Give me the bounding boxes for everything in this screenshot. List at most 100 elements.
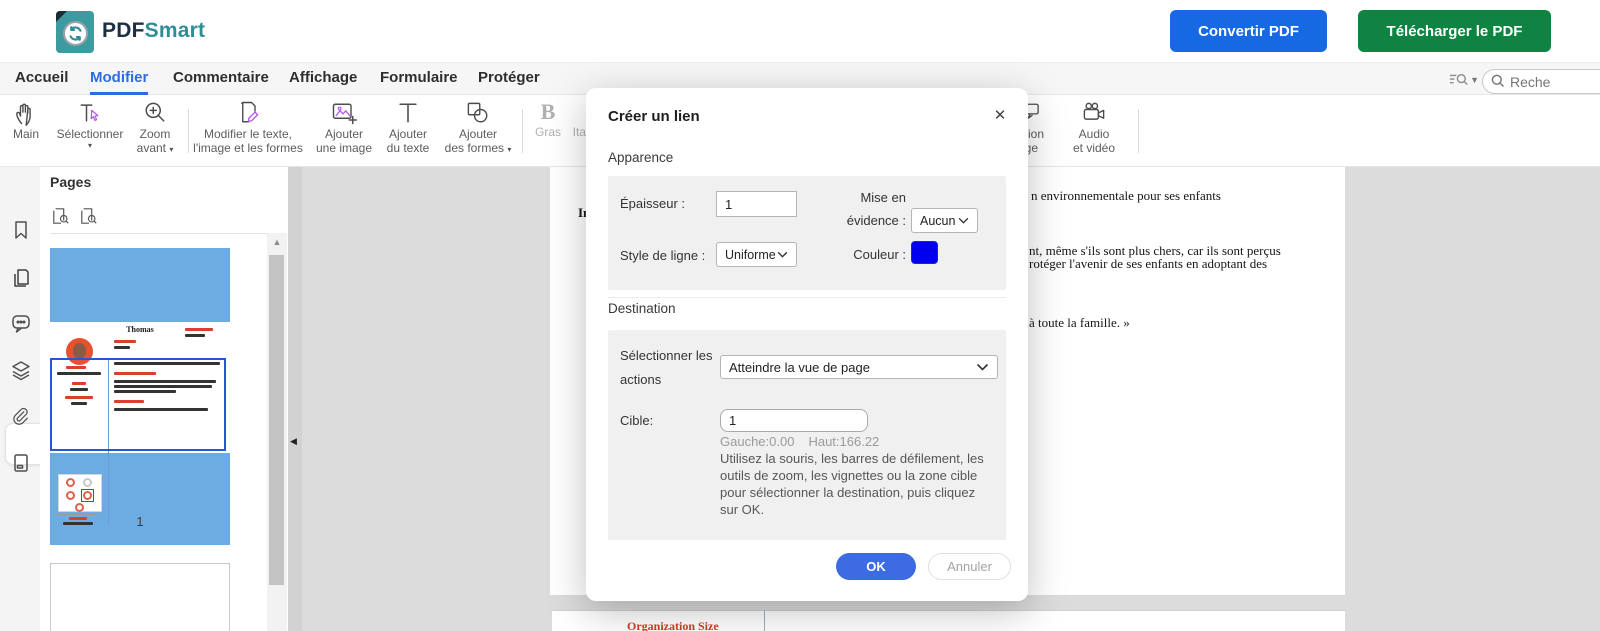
appearance-section-label: Apparence: [608, 150, 674, 165]
highlight-select[interactable]: Aucun: [911, 208, 978, 233]
action-select[interactable]: Atteindre la vue de page: [720, 355, 998, 379]
add-image-icon: [329, 99, 359, 127]
search-box: [1482, 69, 1600, 94]
convert-pdf-button[interactable]: Convertir PDF: [1170, 10, 1327, 52]
page2-heading: Organization Size: [627, 619, 719, 631]
section-separator: [608, 297, 1006, 298]
toolbar-divider: [522, 109, 523, 153]
doc-text-fragment: à toute la famille. »: [1029, 315, 1130, 330]
shapes-caret-icon: ▾: [507, 145, 512, 154]
create-link-dialog: Créer un lien ✕ Apparence Épaisseur : Mi…: [586, 88, 1028, 601]
toolbar-divider: [1138, 109, 1139, 153]
chevron-down-icon: [777, 251, 788, 258]
destination-box: Sélectionner les actions Atteindre la vu…: [608, 330, 1006, 540]
tab-affichage[interactable]: Affichage: [289, 63, 357, 95]
brand-name: PDFSmart: [102, 19, 206, 42]
toolbar-divider: [188, 109, 189, 153]
app-header: PDFSmart Convertir PDF Télécharger le PD…: [0, 0, 1600, 62]
target-coordinates: Gauche:0.00 Haut:166.22: [720, 434, 880, 449]
appearance-box: Épaisseur : Mise en évidence : Aucun Sty…: [608, 176, 1006, 290]
download-pdf-button[interactable]: Télécharger le PDF: [1358, 10, 1551, 52]
logo-sync-icon: [63, 21, 88, 46]
shapes-icon: [464, 99, 492, 127]
destination-section-label: Destination: [608, 301, 676, 316]
tab-accueil[interactable]: Accueil: [15, 63, 68, 95]
page-thumbnail-1[interactable]: Thomas 1: [50, 248, 230, 545]
select-caret-icon: ▾: [87, 141, 92, 150]
doc-text-fragment: n environnementale pour ses enfants: [1031, 188, 1221, 203]
tab-formulaire[interactable]: Formulaire: [380, 63, 458, 95]
shrink-thumbnails-button[interactable]: [52, 207, 70, 225]
page-zoom-in-icon: [81, 208, 97, 224]
pages-panel-button[interactable]: [9, 266, 33, 290]
hand-tool-button[interactable]: Main: [4, 99, 48, 141]
edit-content-button[interactable]: Modifier le texte, l'image et les formes: [193, 99, 303, 155]
cancel-button[interactable]: Annuler: [928, 553, 1011, 580]
text-icon: [394, 99, 422, 127]
chevron-down-icon: [958, 217, 969, 224]
edit-page-icon: [234, 99, 262, 127]
link-color-swatch[interactable]: [911, 241, 938, 264]
fields-panel-button[interactable]: [9, 451, 33, 475]
dialog-title: Créer un lien: [608, 108, 700, 125]
page-field-icon: [14, 454, 28, 472]
paperclip-icon: [13, 407, 28, 425]
zoom-in-icon: [141, 99, 169, 127]
tab-commentaire[interactable]: Commentaire: [173, 63, 269, 95]
advanced-search-icon[interactable]: ▼: [1449, 69, 1479, 91]
scroll-up-arrow[interactable]: ▲: [267, 235, 287, 249]
add-text-button[interactable]: Ajouter du texte: [382, 99, 434, 155]
thickness-label: Épaisseur :: [620, 196, 686, 211]
pages-panel-title: Pages: [50, 174, 92, 190]
zoom-caret-icon: ▾: [169, 145, 174, 154]
target-input[interactable]: [720, 409, 868, 432]
add-shapes-button[interactable]: Ajouter des formes ▾: [438, 99, 518, 157]
panel-separator: [50, 233, 278, 234]
add-image-button[interactable]: Ajouter une image: [308, 99, 380, 155]
destination-help-text: Utilisez la souris, les barres de défile…: [720, 451, 984, 517]
color-label: Couleur :: [853, 247, 906, 262]
video-camera-icon: [1079, 99, 1109, 127]
left-rail: [0, 167, 41, 631]
select-tool-button[interactable]: Sélectionner ▾: [52, 99, 128, 150]
text-select-cursor-icon: [76, 99, 104, 127]
tab-proteger[interactable]: Protéger: [478, 63, 540, 95]
close-icon[interactable]: ✕: [989, 105, 1011, 127]
bold-icon: B: [540, 99, 556, 124]
bookmark-icon: [15, 221, 27, 239]
highlight-label-2: évidence :: [846, 213, 906, 228]
ok-button[interactable]: OK: [836, 553, 916, 580]
hand-icon: [12, 99, 40, 127]
line-style-select[interactable]: Uniforme: [716, 242, 797, 267]
thumb1-page-number: 1: [136, 514, 144, 529]
highlight-label-1: Mise en: [860, 190, 906, 205]
search-caret-icon: ▼: [1470, 75, 1479, 85]
enlarge-thumbnails-button[interactable]: [80, 207, 98, 225]
comment-icon: [12, 315, 30, 333]
zoom-in-tool-button[interactable]: Zoom avant ▾: [128, 99, 182, 157]
chevron-down-icon: [976, 363, 989, 371]
bookmarks-panel-button[interactable]: [9, 218, 33, 242]
line-style-label: Style de ligne :: [620, 248, 706, 263]
doc-text-fragment: rotéger l'avenir de ses enfants en adopt…: [1029, 256, 1268, 271]
search-icon: [1491, 74, 1504, 87]
layers-panel-button[interactable]: [9, 358, 33, 382]
page2-table-border: [764, 610, 765, 631]
select-actions-label-2: actions: [620, 372, 662, 387]
scrollbar-thumb[interactable]: [269, 255, 284, 585]
comments-panel-button[interactable]: [9, 311, 33, 335]
attachments-panel-button[interactable]: [9, 405, 33, 429]
thickness-input[interactable]: [716, 191, 797, 217]
bold-button[interactable]: B Gras: [528, 99, 568, 139]
collapse-panel-arrow[interactable]: ◀: [290, 435, 300, 447]
layers-icon: [12, 361, 30, 381]
thumb1-social-icons: [58, 474, 102, 512]
page-thumbnail-2[interactable]: [50, 563, 230, 631]
tab-modifier[interactable]: Modifier: [90, 63, 149, 95]
select-actions-label-1: Sélectionner les: [620, 348, 713, 363]
panel-resize-gutter[interactable]: ◀: [288, 167, 302, 631]
link-target-selection-rect[interactable]: [50, 358, 226, 451]
audio-video-button[interactable]: Audio et vidéo: [1063, 99, 1125, 155]
pages-icon: [14, 269, 29, 287]
target-label: Cible:: [620, 413, 654, 428]
